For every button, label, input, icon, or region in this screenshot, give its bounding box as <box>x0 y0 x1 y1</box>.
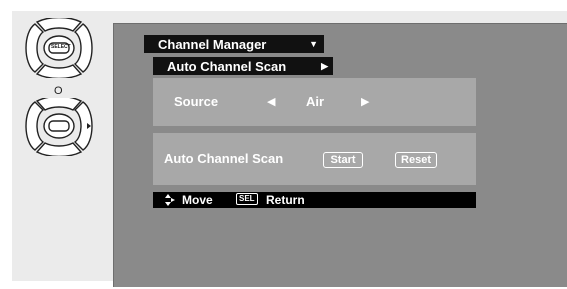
select-label: SELECT <box>51 44 71 50</box>
right-arc-icon <box>73 23 93 73</box>
menu-title: Channel Manager <box>158 36 267 52</box>
submenu-bar[interactable]: Auto Channel Scan ▶ <box>153 57 333 75</box>
top-arc-icon <box>35 18 83 32</box>
top-arc-icon <box>35 98 83 111</box>
return-hint: Return <box>266 193 305 207</box>
menu-title-bar[interactable]: Channel Manager ▼ <box>144 35 324 53</box>
scan-label: Auto Channel Scan <box>164 151 284 166</box>
bottom-arc-icon <box>35 64 83 78</box>
source-left-arrow-icon[interactable]: ◀ <box>267 95 275 108</box>
source-label: Source <box>174 94 219 109</box>
submenu-arrow-icon: ▶ <box>321 60 328 71</box>
up-down-arrow-icon <box>165 194 175 206</box>
move-hint: Move <box>182 193 213 207</box>
submenu-title: Auto Channel Scan <box>167 58 287 74</box>
source-right-arrow-icon[interactable]: ▶ <box>361 95 369 108</box>
hint-bar: Move SEL Return <box>153 192 476 208</box>
dropdown-arrow-icon: ▼ <box>309 39 318 49</box>
start-button[interactable]: Start <box>323 152 363 168</box>
source-value[interactable]: Air <box>306 94 324 109</box>
reset-button[interactable]: Reset <box>395 152 437 168</box>
remote-nav-diagram <box>25 98 93 156</box>
bottom-arc-icon <box>35 142 83 156</box>
sel-key-icon: SEL <box>236 193 258 205</box>
left-arc-icon <box>25 23 45 73</box>
left-arc-icon <box>25 101 45 151</box>
remote-o-label: O <box>54 85 63 97</box>
